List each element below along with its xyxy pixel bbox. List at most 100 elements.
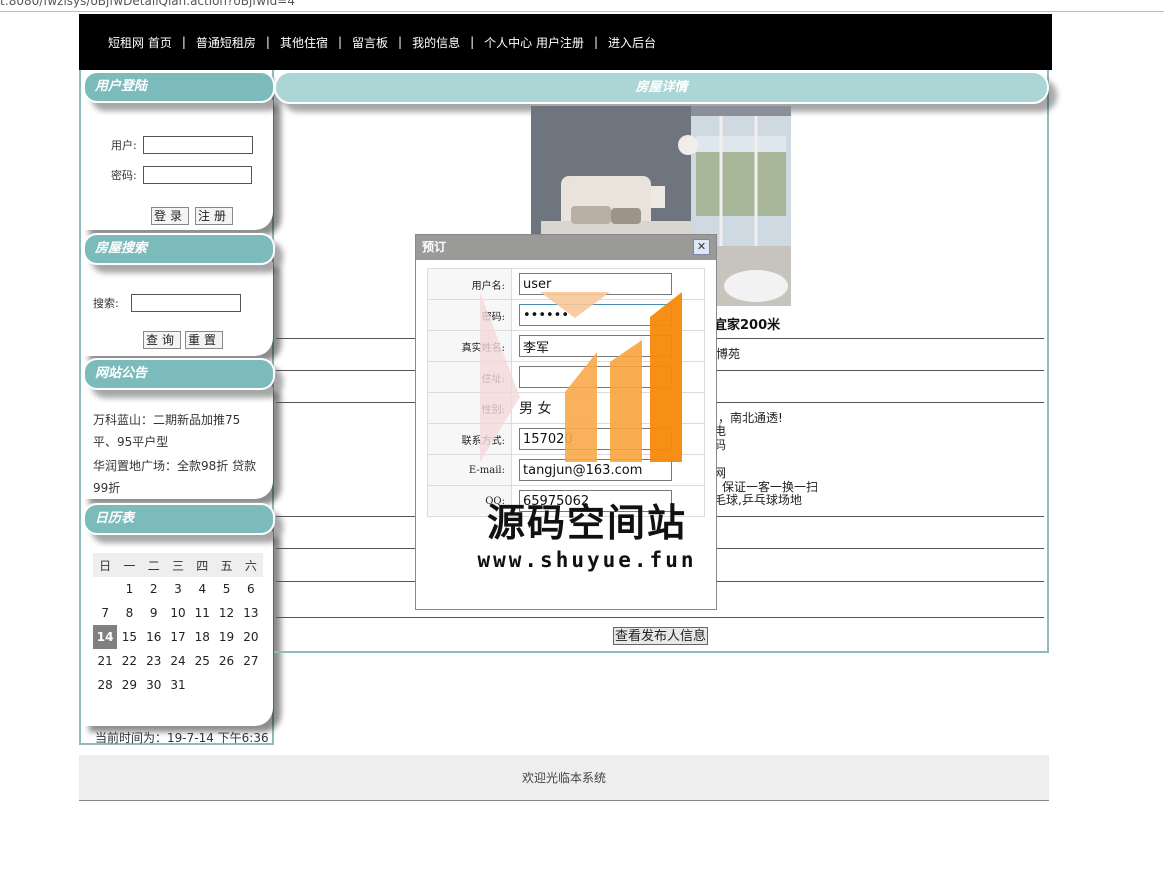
calendar-day[interactable]: 13 [239,601,263,625]
close-icon[interactable]: ✕ [693,239,710,255]
booking-form: 用户名: 密码: 真实姓名: 住址: 性别: 男 女 联系方式: E-mail: [427,268,705,517]
calendar-day[interactable]: 14 [93,625,118,649]
nav-separator: | [337,35,342,49]
calendar-empty [93,577,117,601]
calendar-day[interactable]: 27 [239,649,263,673]
phone-field[interactable] [519,428,672,450]
search-panel-title: 房屋搜索 [83,233,275,265]
search-query-button[interactable]: 查询 [143,331,182,349]
field-label: E-mail: [427,454,512,486]
calendar-day[interactable]: 7 [93,601,117,625]
calendar-day[interactable]: 6 [239,577,263,601]
current-time: 当前时间为：19-7-14 下午6:36 [95,731,269,745]
calendar-day[interactable]: 15 [117,625,141,649]
realname-field[interactable] [519,335,672,357]
calendar-day[interactable]: 30 [142,673,166,697]
notice-item[interactable]: 万科蓝山：二期新品加推75平、95平户型 [93,409,263,453]
nav-my-info[interactable]: 我的信息 [412,34,460,51]
calendar-panel-title: 日历表 [83,503,275,535]
field-label: 用户名: [427,268,512,300]
search-input[interactable] [131,294,241,312]
field-label: 联系方式: [427,423,512,455]
calendar-day[interactable]: 26 [214,649,238,673]
register-button[interactable]: 注册 [195,207,234,225]
nav-other-stay[interactable]: 其他住宿 [280,34,328,51]
calendar-day[interactable]: 31 [166,673,190,697]
form-row: 性别: 男 女 [427,392,705,424]
username-field[interactable] [519,273,672,295]
calendar-week: 28 29 30 31 [93,673,263,697]
form-row: 真实姓名: [427,330,705,362]
calendar-day[interactable]: 5 [214,577,238,601]
calendar-day[interactable]: 17 [166,625,190,649]
calendar-week: 7 8 9 10 11 12 13 [93,601,263,625]
calendar-week: 123456 [93,577,263,601]
left-sidebar: 用户登陆 用户: 密码: 登录 注册 房屋搜索 搜索: 查询 重置 网站公告 万… [79,70,275,745]
calendar-day[interactable]: 29 [117,673,141,697]
login-pass-row: 密码: [111,166,252,184]
nav-home[interactable]: 短租网 首页 [108,34,172,51]
calendar-grid: 日一二三四五六 1 2 3 4 5 6 7 8 9 10 11 12 13 14 15 16 17 18 19 20 2… [93,553,263,697]
watermark-text: 源码空间站 [486,501,687,545]
nav-personal-register[interactable]: 个人中心 用户注册 [484,34,584,51]
calendar-day[interactable]: 4 [190,577,214,601]
nav-separator: | [470,35,475,49]
calendar-day[interactable]: 10 [166,601,190,625]
login-user-label: 用户: [111,139,137,152]
nav-admin[interactable]: 进入后台 [608,34,656,51]
login-panel-title: 用户登陆 [83,71,275,103]
nav-separator: | [593,35,598,49]
login-pass-label: 密码: [111,169,137,182]
calendar-day[interactable]: 22 [117,649,141,673]
calendar-weekday: 一 [117,553,142,577]
calendar-day[interactable]: 18 [190,625,214,649]
house-title: 宜家200米 [714,318,781,333]
calendar-day[interactable]: 12 [214,601,238,625]
calendar-day[interactable]: 24 [166,649,190,673]
calendar-day[interactable]: 3 [166,577,190,601]
form-row: 住址: [427,361,705,393]
calendar-day[interactable]: 23 [142,649,166,673]
calendar-day[interactable]: 11 [190,601,214,625]
address-field[interactable] [519,366,672,388]
form-row: 用户名: [427,268,705,300]
calendar-weekday: 三 [165,553,191,577]
login-user-row: 用户: [111,136,253,154]
email-field[interactable] [519,459,672,481]
calendar-day[interactable]: 25 [190,649,214,673]
calendar-day[interactable]: 2 [142,577,166,601]
login-user-input[interactable] [143,136,253,154]
calendar-day[interactable]: 16 [142,625,166,649]
calendar-empty [190,673,214,697]
calendar-weekday: 二 [141,553,166,577]
footer: 欢迎光临本系统 [79,755,1049,801]
calendar-day[interactable]: 9 [142,601,166,625]
calendar-day[interactable]: 21 [93,649,117,673]
address-bar-url[interactable]: t:8080/fwzlsys/oBjfwDetailQian.action?oB… [0,0,295,8]
calendar-day[interactable]: 8 [117,601,141,625]
calendar-day[interactable]: 19 [214,625,238,649]
form-row: 密码: [427,299,705,331]
calendar-weekday: 四 [190,553,215,577]
form-row: 联系方式: [427,423,705,455]
view-publisher-button[interactable]: 查看发布人信息 [613,627,709,645]
notice-panel-title: 网站公告 [83,358,275,390]
nav-message-board[interactable]: 留言板 [352,34,388,51]
calendar-day[interactable]: 1 [117,577,141,601]
calendar-week: 21 22 23 24 25 26 27 [93,649,263,673]
calendar-weekday: 五 [214,553,239,577]
gender-radio-group[interactable]: 男 女 [511,392,705,424]
detail-panel-title: 房屋详情 [274,71,1049,104]
address-bar-divider [0,11,1164,12]
password-field[interactable] [519,304,672,326]
notice-item[interactable]: 华润置地广场：全款98折 贷款99折 [93,455,263,499]
nav-separator: | [181,35,186,49]
login-button[interactable]: 登录 [151,207,190,225]
calendar-day[interactable]: 20 [239,625,263,649]
login-pass-input[interactable] [143,166,252,184]
desc-line: 毛球,乒乓球场地 [714,493,802,507]
nav-short-rent[interactable]: 普通短租房 [196,34,256,51]
search-reset-button[interactable]: 重置 [185,331,224,349]
calendar-week: 14 15 16 17 18 19 20 [93,625,263,649]
calendar-day[interactable]: 28 [93,673,117,697]
